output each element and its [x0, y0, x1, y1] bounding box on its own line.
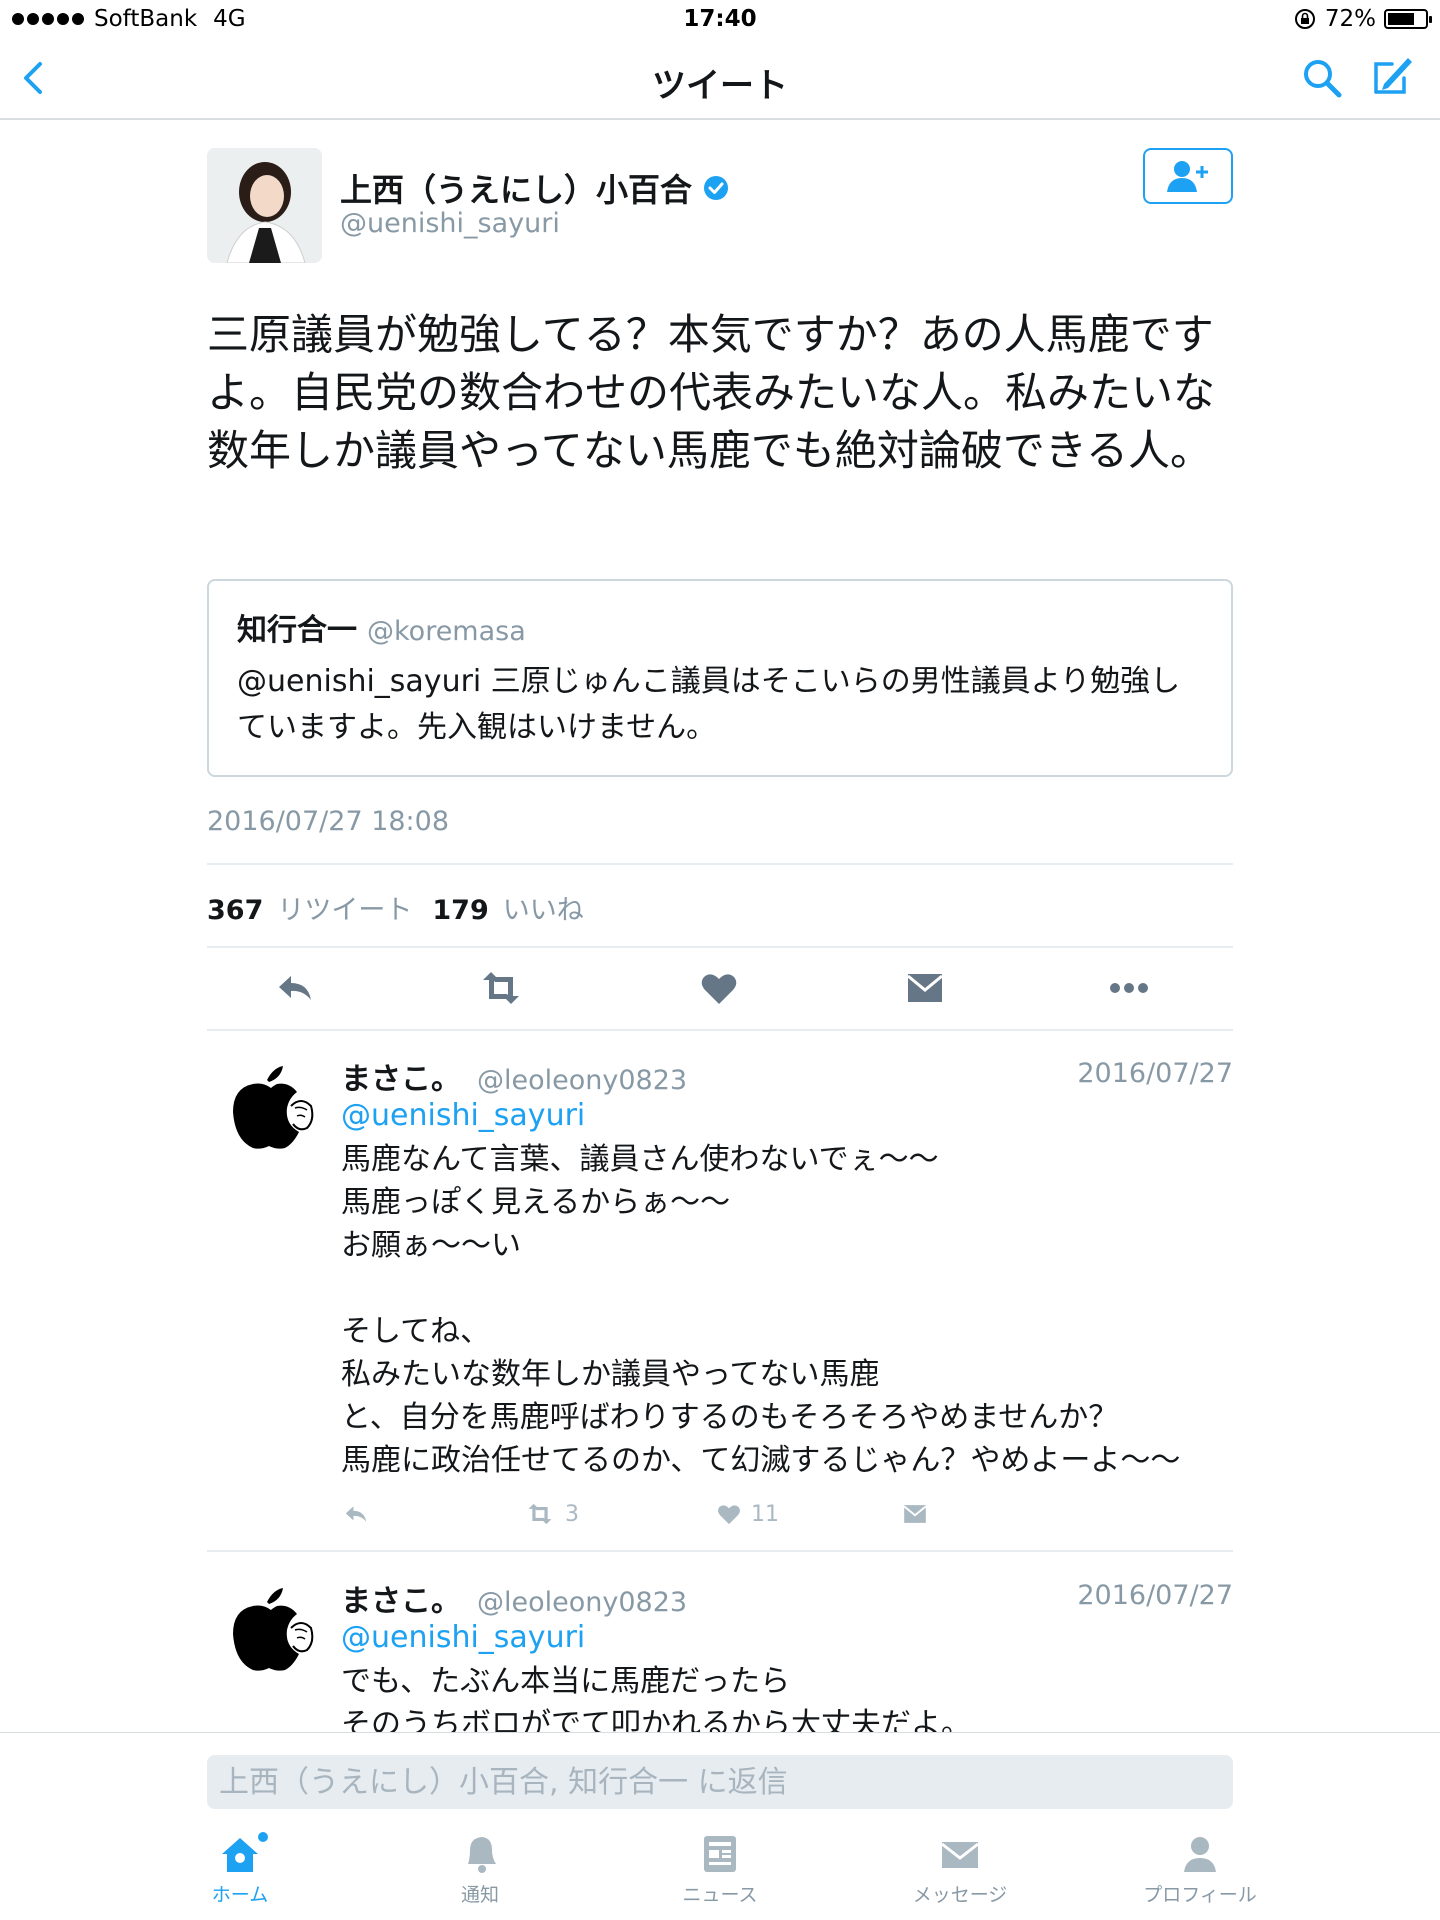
reply-date: 2016/07/27: [1077, 1058, 1233, 1089]
reply-author-handle[interactable]: @leoleony0823: [477, 1587, 687, 1618]
author-name[interactable]: 上西（うえにし）小百合: [340, 165, 730, 211]
tweet-actions: [207, 960, 1233, 1016]
reply-tweet[interactable]: まさこ。 @leoleony0823 2016/07/27 @uenishi_s…: [207, 1040, 1233, 1540]
tab-notifications[interactable]: 通知: [400, 1830, 560, 1920]
retweet-icon[interactable]: [477, 966, 525, 1010]
like-count[interactable]: 179: [432, 895, 488, 926]
reply-icon: [345, 1506, 367, 1522]
like-heart-icon[interactable]: [697, 966, 741, 1010]
follow-button[interactable]: [1143, 148, 1233, 204]
tab-messages[interactable]: メッセージ: [880, 1830, 1040, 1920]
tab-news[interactable]: ニュース: [640, 1830, 800, 1920]
quote-text: @uenishi_sayuri 三原じゅんこ議員はそこいらの男性議員より勉強して…: [237, 664, 1181, 745]
tab-label: プロフィール: [1143, 1884, 1257, 1906]
tweet-text: 三原議員が勉強してる？本気ですか？あの人馬鹿ですよ。自民党の数合わせの代表みたい…: [207, 310, 1216, 475]
tweet-timestamp: 2016/07/27 18:08: [207, 806, 450, 837]
status-right: 72%: [1293, 6, 1432, 32]
search-icon[interactable]: [1300, 56, 1344, 100]
add-user-icon: [1167, 161, 1208, 192]
reply-tweet[interactable]: まさこ。 @leoleony0823 2016/07/27 @uenishi_s…: [207, 1562, 1233, 1732]
envelope-icon: [941, 1842, 979, 1868]
reply-bar-divider: [0, 1732, 1440, 1733]
reply-header: まさこ。 @leoleony0823: [341, 1054, 687, 1098]
like-heart-icon: [718, 1505, 740, 1525]
more-options-icon[interactable]: [1105, 966, 1153, 1010]
direct-message-icon[interactable]: [903, 966, 947, 1010]
reply-author-handle[interactable]: @leoleony0823: [477, 1065, 687, 1096]
person-icon: [1184, 1837, 1216, 1872]
divider: [207, 863, 1233, 865]
reply-message-action[interactable]: [901, 1500, 929, 1528]
tab-label: メッセージ: [912, 1884, 1008, 1906]
news-icon: [704, 1836, 736, 1872]
tab-label: ニュース: [682, 1884, 758, 1906]
reply-mention-link[interactable]: @uenishi_sayuri: [341, 1098, 585, 1133]
divider: [207, 946, 1233, 948]
reply-text: 馬鹿なんて言葉、議員さん使わないでぇ〜〜 馬鹿っぽく見えるからぁ〜〜 お願ぁ〜〜…: [341, 1142, 1181, 1478]
reply-retweet-count: 3: [565, 1501, 579, 1527]
reply-avatar[interactable]: [221, 1584, 321, 1684]
reply-mention-link[interactable]: @uenishi_sayuri: [341, 1620, 585, 1655]
retweet-count-label[interactable]: リツイート: [277, 888, 412, 927]
like-count-label[interactable]: いいね: [503, 888, 584, 927]
rotation-lock-icon: [1294, 9, 1315, 29]
retweet-count[interactable]: 367: [207, 895, 263, 926]
verified-badge-icon: [704, 176, 729, 200]
quoted-tweet-card[interactable]: 知行合一 @koremasa @uenishi_sayuri 三原じゅんこ議員は…: [207, 579, 1233, 777]
battery-fill: [1388, 13, 1414, 25]
battery-percent: 72%: [1324, 6, 1376, 32]
reply-icon[interactable]: [273, 966, 317, 1010]
home-icon: [222, 1838, 258, 1872]
tab-bar: ホーム 通知 ニュース メッセージ プロフィール: [0, 1830, 1440, 1920]
reply-retweet-action[interactable]: 3: [523, 1500, 579, 1528]
reply-input[interactable]: [207, 1755, 1233, 1809]
tab-home[interactable]: ホーム: [160, 1830, 320, 1920]
reply-input-container[interactable]: [207, 1755, 1233, 1809]
author-name-label: 上西（うえにし）小百合: [340, 171, 693, 209]
reply-author-name[interactable]: まさこ。: [341, 1576, 461, 1620]
reply-like-action[interactable]: 11: [715, 1500, 779, 1528]
compose-icon[interactable]: [1368, 52, 1416, 100]
quote-author-handle: @koremasa: [367, 616, 526, 647]
reply-avatar[interactable]: [221, 1062, 321, 1162]
status-bar: SoftBank 4G 17:40 72%: [0, 0, 1440, 38]
tab-label: 通知: [460, 1884, 499, 1906]
bell-icon: [468, 1837, 496, 1873]
quote-header: 知行合一 @koremasa: [237, 605, 526, 649]
author-avatar[interactable]: [207, 148, 322, 263]
page-title: ツイート: [652, 66, 788, 106]
reply-date: 2016/07/27: [1077, 1580, 1233, 1611]
nav-bar: ツイート: [0, 38, 1440, 120]
direct-message-icon: [903, 1505, 927, 1523]
tweet-stats: 367 リツイート 179 いいね: [207, 888, 584, 927]
reply-text: でも、たぶん本当に馬鹿だったら そのうちボロがでて叩かれるから大丈夫だよ。: [341, 1664, 971, 1732]
quote-author-name: 知行合一: [237, 613, 357, 648]
status-time: 17:40: [683, 6, 757, 32]
divider: [207, 1029, 1233, 1031]
reply-author-name[interactable]: まさこ。: [341, 1054, 461, 1098]
reply-reply-action[interactable]: [341, 1500, 371, 1528]
tab-label: ホーム: [211, 1884, 269, 1906]
reply-actions: 3 11: [341, 1500, 1041, 1530]
battery-icon: [1384, 9, 1432, 29]
reply-like-count: 11: [751, 1501, 779, 1527]
author-photo: [207, 148, 322, 263]
reply-header: まさこ。 @leoleony0823: [341, 1576, 687, 1620]
retweet-icon: [528, 1503, 552, 1525]
divider: [207, 1550, 1233, 1552]
notification-dot: [258, 1832, 268, 1842]
tab-profile[interactable]: プロフィール: [1120, 1830, 1280, 1920]
author-handle[interactable]: @uenishi_sayuri: [340, 208, 560, 239]
